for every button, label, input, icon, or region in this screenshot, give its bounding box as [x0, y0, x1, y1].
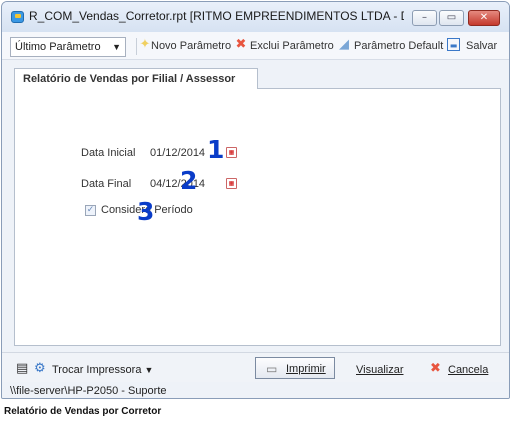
end-date-label: Data Final [81, 178, 132, 190]
parameter-select[interactable]: Último Parâmetro ▼ [10, 37, 126, 57]
delete-parameter-button[interactable]: Exclui Parâmetro [250, 40, 334, 52]
start-date-field[interactable]: 01/12/2014 [150, 147, 205, 159]
report-parameters-panel: Data Inicial 01/12/2014 ▦ Data Final 04/… [14, 88, 501, 346]
minimize-button[interactable]: – [412, 10, 437, 26]
annotation-number-1: 1 [207, 135, 225, 164]
cancel-icon: ✖ [430, 361, 441, 376]
figure-caption: Relatório de Vendas por Corretor [4, 406, 162, 417]
app-icon [11, 11, 24, 23]
printer-status: \\file-server\HP-P2050 - Suporte [2, 383, 509, 398]
printer-icon[interactable]: ▤ [16, 361, 28, 376]
print-icon: ▭ [266, 362, 278, 376]
print-button[interactable]: ▭ Imprimir [255, 357, 335, 379]
tab-sales-report[interactable]: Relatório de Vendas por Filial / Assesso… [14, 68, 258, 89]
annotation-number-2: 2 [180, 166, 198, 195]
toolbar-separator [136, 38, 137, 55]
save-icon: ▬ [447, 38, 460, 51]
default-parameter-icon: ◢ [339, 37, 349, 52]
save-button[interactable]: Salvar [466, 40, 497, 52]
start-date-label: Data Inicial [81, 147, 136, 159]
cancel-button[interactable]: Cancela [448, 364, 488, 376]
end-date-calendar-icon[interactable]: ▦ [226, 178, 237, 189]
print-label: Imprimir [286, 363, 326, 375]
new-parameter-icon: ✦ [139, 37, 151, 52]
chevron-down-icon: ▼ [112, 42, 121, 52]
annotation-number-3: 3 [137, 197, 155, 226]
parameter-toolbar: Último Parâmetro ▼ ✦ Novo Parâmetro ✖ Ex… [2, 32, 509, 60]
change-printer-button[interactable]: Trocar Impressora ▼ [52, 364, 153, 376]
report-window: R_COM_Vendas_Corretor.rpt [RITMO EMPREEN… [1, 1, 510, 399]
change-printer-icon: ⚙ [34, 361, 46, 376]
maximize-button[interactable]: ▭ [439, 10, 464, 26]
delete-icon: ✖ [235, 37, 247, 52]
default-parameter-button[interactable]: Parâmetro Default [354, 40, 443, 52]
start-date-calendar-icon[interactable]: ▦ [226, 147, 237, 158]
preview-button[interactable]: Visualizar [356, 364, 404, 376]
change-printer-label: Trocar Impressora [52, 364, 142, 376]
chevron-down-icon: ▼ [144, 365, 154, 375]
title-bar[interactable]: R_COM_Vendas_Corretor.rpt [RITMO EMPREEN… [2, 2, 509, 32]
parameter-select-value: Último Parâmetro [15, 41, 101, 53]
new-parameter-button[interactable]: Novo Parâmetro [151, 40, 231, 52]
window-title: R_COM_Vendas_Corretor.rpt [RITMO EMPREEN… [29, 9, 404, 23]
consider-period-checkbox[interactable]: ✓ [85, 205, 96, 216]
action-bar: ▤ ⚙ Trocar Impressora ▼ ▭ Imprimir Visua… [2, 352, 509, 382]
close-button[interactable]: ✕ [468, 10, 500, 26]
